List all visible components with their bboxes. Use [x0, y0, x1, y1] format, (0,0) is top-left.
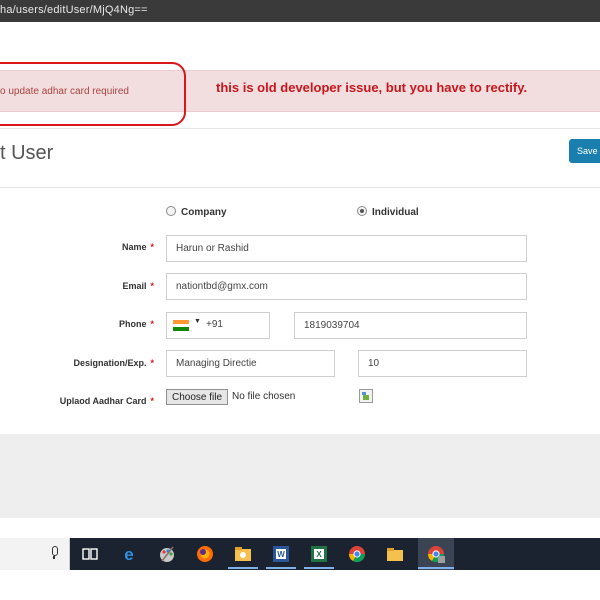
chrome-icon[interactable] [346, 543, 368, 565]
radio-company-label: Company [181, 207, 227, 218]
file-explorer-icon[interactable] [384, 543, 406, 565]
save-button[interactable]: Save [569, 139, 600, 163]
word-icon[interactable]: W [270, 543, 292, 565]
radio-company[interactable] [166, 206, 176, 216]
firefox-icon[interactable] [194, 543, 216, 565]
choose-file-button[interactable]: Choose file [166, 389, 228, 405]
page: ha/users/editUser/MjQ4Ng== o update adha… [0, 0, 600, 600]
radio-individual[interactable] [357, 206, 367, 216]
required-mark: * [150, 242, 154, 252]
page-title: t User [0, 142, 54, 164]
paint-icon[interactable] [156, 543, 178, 565]
annotation-highlight-ring [0, 62, 186, 126]
edge-icon[interactable]: e [118, 543, 140, 565]
card-header [0, 128, 600, 188]
task-view-icon[interactable] [79, 543, 101, 565]
name-input[interactable]: Harun or Rashid [166, 235, 527, 262]
svg-text:X: X [316, 550, 322, 559]
page-footer-area [0, 434, 600, 518]
dial-code: +91 [206, 319, 223, 330]
phone-number-input[interactable]: 1819039704 [294, 312, 527, 339]
microphone-icon[interactable] [50, 546, 58, 560]
url-text: ha/users/editUser/MjQ4Ng== [0, 4, 148, 16]
svg-text:e: e [124, 545, 133, 564]
phone-label: Phone * [118, 319, 154, 329]
required-mark: * [150, 358, 154, 368]
svg-text:W: W [277, 550, 285, 559]
chevron-down-icon[interactable]: ▼ [194, 318, 201, 325]
file-status: No file chosen [232, 391, 296, 402]
email-label: Email * [122, 281, 154, 291]
aadhar-label: Uplaod Aadhar Card * [59, 396, 154, 406]
india-flag-icon[interactable] [173, 320, 189, 331]
designation-label: Designation/Exp. * [73, 358, 154, 368]
page-bottom-strip [0, 518, 600, 538]
designation-input[interactable]: Managing Directie [166, 350, 335, 377]
browser-address-bar[interactable]: ha/users/editUser/MjQ4Ng== [0, 0, 600, 22]
email-input[interactable]: nationtbd@gmx.com [166, 273, 527, 300]
running-indicator [228, 567, 258, 569]
required-mark: * [150, 319, 154, 329]
excel-icon[interactable]: X [308, 543, 330, 565]
required-mark: * [150, 396, 154, 406]
running-indicator [304, 567, 334, 569]
explorer-folder-icon[interactable] [232, 543, 254, 565]
radio-individual-label: Individual [372, 207, 419, 218]
annotation-note: this is old developer issue, but you hav… [216, 80, 528, 95]
chrome-profile-icon[interactable] [425, 543, 447, 565]
broken-image-icon [359, 389, 373, 403]
running-indicator [418, 567, 454, 569]
running-indicator [266, 567, 296, 569]
experience-input[interactable]: 10 [358, 350, 527, 377]
name-label: Name * [121, 242, 154, 252]
bottom-margin [0, 570, 600, 600]
required-mark: * [150, 281, 154, 291]
taskbar-search-box[interactable] [0, 538, 70, 570]
